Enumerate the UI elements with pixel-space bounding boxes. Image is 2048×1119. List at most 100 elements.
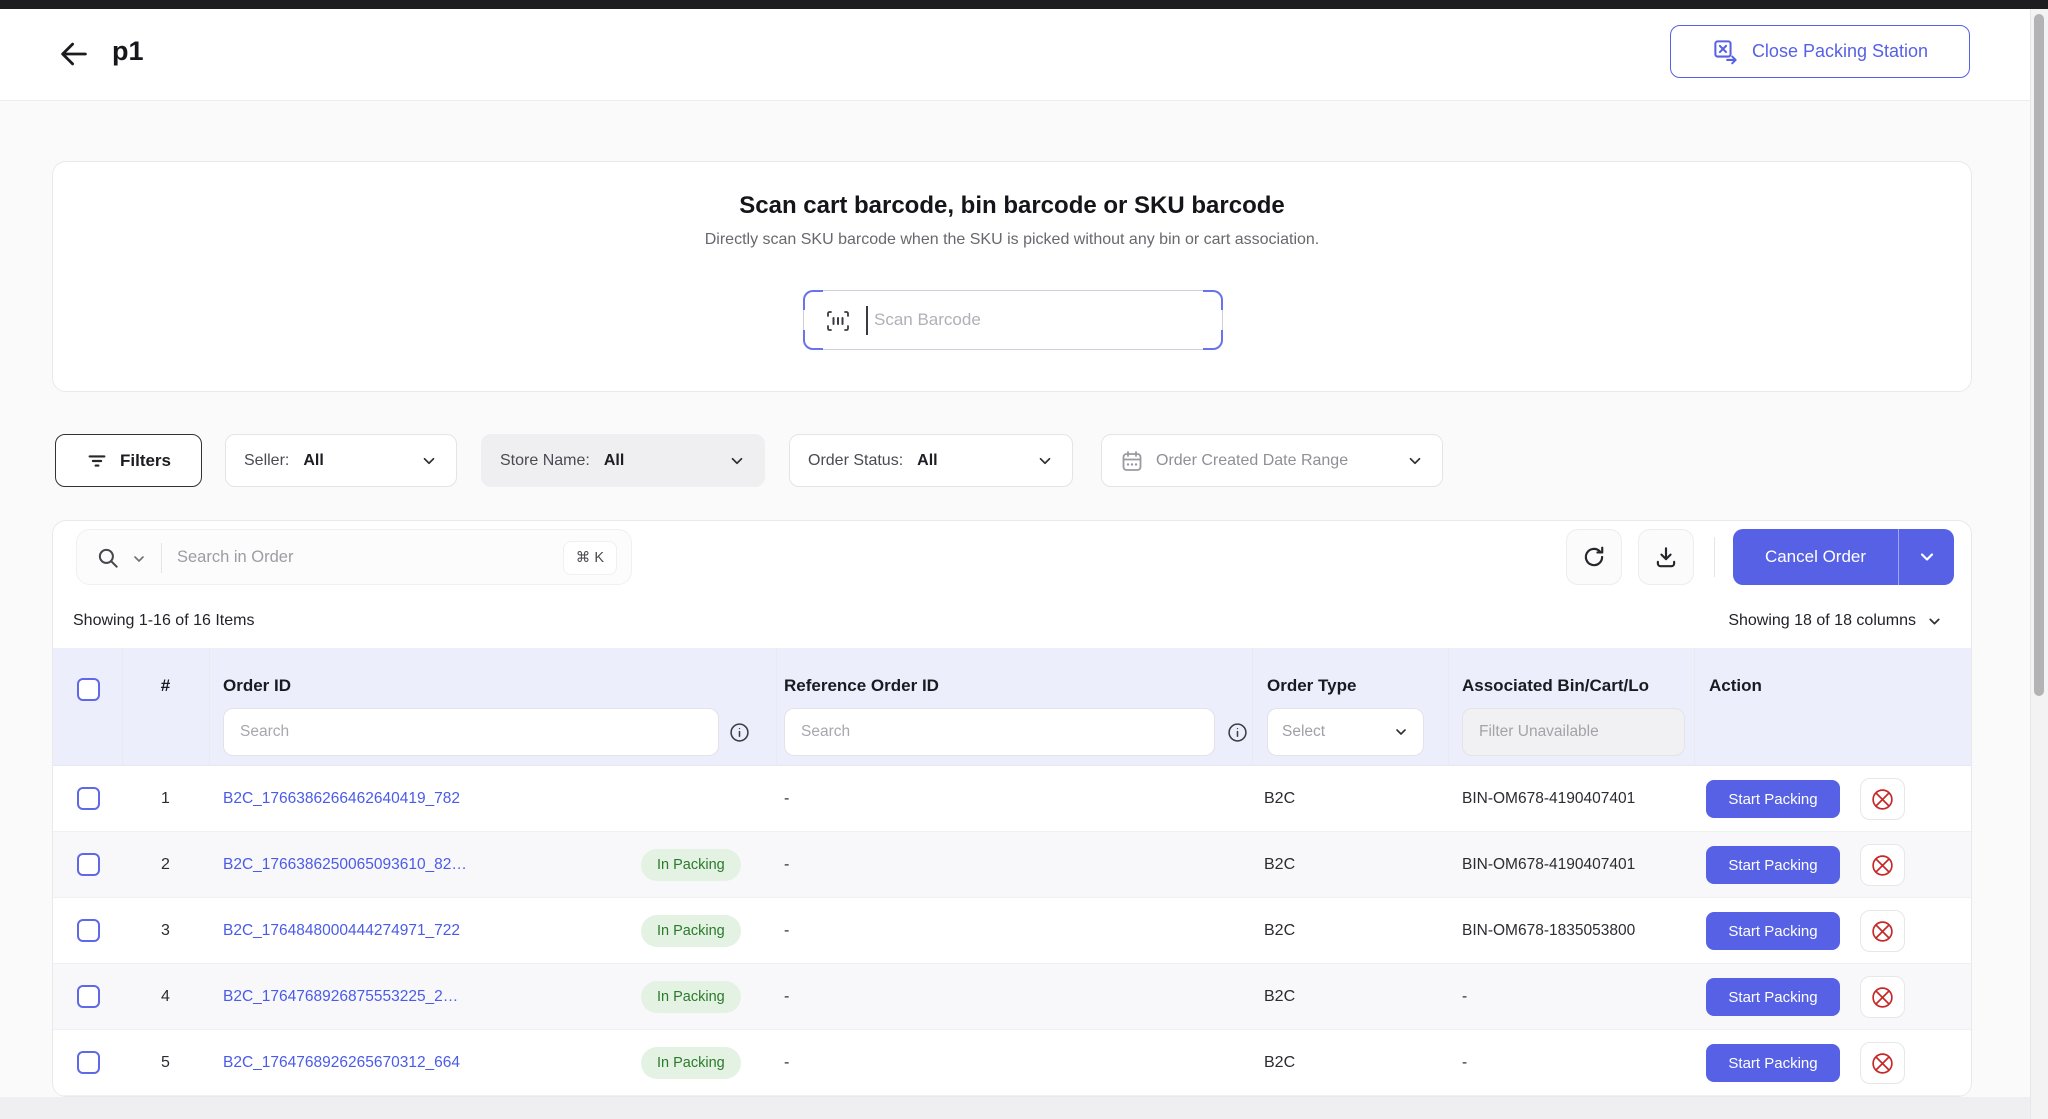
- columns-visibility-dropdown[interactable]: Showing 18 of 18 columns: [1728, 612, 1943, 630]
- download-button[interactable]: [1638, 529, 1694, 585]
- row-number: 1: [122, 766, 209, 831]
- close-packing-station-button[interactable]: Close Packing Station: [1670, 25, 1970, 78]
- start-packing-button[interactable]: Start Packing: [1706, 780, 1840, 818]
- search-scope-chevron-icon[interactable]: [131, 551, 147, 567]
- column-header-action: Action: [1709, 676, 1762, 696]
- circle-x-icon: [1870, 919, 1895, 944]
- order-id-link[interactable]: B2C_1764768926875553225_2…: [223, 964, 458, 1029]
- order-type-value: B2C: [1264, 1030, 1295, 1095]
- cancel-order-menu-button[interactable]: [1899, 529, 1954, 585]
- order-search-box[interactable]: ⌘ K: [76, 529, 632, 585]
- table-row: 4 B2C_1764768926875553225_2… In Packing …: [53, 964, 1971, 1030]
- row-checkbox[interactable]: [77, 1051, 100, 1074]
- select-all-checkbox[interactable]: [77, 678, 100, 701]
- order-type-value: B2C: [1264, 832, 1295, 897]
- download-icon: [1653, 544, 1679, 570]
- scan-subtitle: Directly scan SKU barcode when the SKU i…: [53, 231, 1971, 249]
- column-header-order-id: Order ID: [223, 676, 291, 696]
- order-status-label: Order Status:: [808, 452, 903, 470]
- items-count-text: Showing 1-16 of 16 Items: [73, 612, 254, 630]
- packing-station-page: p1 Close Packing Station Scan cart barco…: [0, 0, 2048, 1119]
- start-packing-button[interactable]: Start Packing: [1706, 846, 1840, 884]
- seller-filter-dropdown[interactable]: Seller: All: [225, 434, 457, 487]
- order-status-filter-dropdown[interactable]: Order Status: All: [789, 434, 1073, 487]
- circle-x-icon: [1870, 1051, 1895, 1076]
- row-number: 3: [122, 898, 209, 963]
- arrow-left-icon: [57, 37, 91, 71]
- text-caret: [866, 306, 868, 335]
- cancel-order-button[interactable]: Cancel Order: [1733, 529, 1898, 585]
- order-search-input[interactable]: [177, 530, 527, 584]
- seller-label: Seller:: [244, 452, 289, 470]
- calendar-icon: [1120, 449, 1144, 473]
- order-type-value: B2C: [1264, 964, 1295, 1029]
- close-packing-station-label: Close Packing Station: [1752, 41, 1928, 62]
- bin-value: -: [1462, 1030, 1467, 1095]
- start-packing-button[interactable]: Start Packing: [1706, 912, 1840, 950]
- status-badge: In Packing: [641, 849, 741, 881]
- cancel-row-button[interactable]: [1860, 844, 1905, 886]
- cancel-row-button[interactable]: [1860, 976, 1905, 1018]
- refresh-button[interactable]: [1566, 529, 1622, 585]
- row-number: 2: [122, 832, 209, 897]
- order-id-filter[interactable]: [223, 708, 719, 756]
- cancel-row-button[interactable]: [1860, 910, 1905, 952]
- date-range-filter-dropdown[interactable]: Order Created Date Range: [1101, 434, 1443, 487]
- info-icon[interactable]: [1227, 722, 1248, 743]
- focus-corner: [803, 290, 823, 310]
- back-button[interactable]: [54, 35, 94, 75]
- status-badge: In Packing: [641, 981, 741, 1013]
- row-checkbox[interactable]: [77, 787, 100, 810]
- row-checkbox[interactable]: [77, 985, 100, 1008]
- status-badge: In Packing: [641, 1047, 741, 1079]
- table-header: # Order ID Reference Order ID Order Type…: [53, 648, 1971, 766]
- reference-value: -: [784, 898, 789, 963]
- page-scrollbar-thumb[interactable]: [2034, 14, 2044, 696]
- row-checkbox[interactable]: [77, 919, 100, 942]
- scan-barcode-inputbox[interactable]: [803, 290, 1223, 350]
- start-packing-button[interactable]: Start Packing: [1706, 978, 1840, 1016]
- order-status-value: All: [917, 452, 937, 470]
- divider: [1714, 537, 1715, 577]
- table-row: 5 B2C_1764768926265670312_664 In Packing…: [53, 1030, 1971, 1096]
- order-id-filter-input[interactable]: [224, 709, 718, 755]
- reference-value: -: [784, 1030, 789, 1095]
- info-icon[interactable]: [729, 722, 750, 743]
- start-packing-button[interactable]: Start Packing: [1706, 1044, 1840, 1082]
- order-id-link[interactable]: B2C_1766386266462640419_782: [223, 766, 460, 831]
- order-id-link[interactable]: B2C_1766386250065093610_82…: [223, 832, 467, 897]
- chevron-down-icon: [1393, 724, 1409, 740]
- circle-x-icon: [1870, 787, 1895, 812]
- order-type-filter-select[interactable]: Select: [1267, 708, 1424, 756]
- filter-icon: [86, 450, 108, 472]
- cancel-row-button[interactable]: [1860, 1042, 1905, 1084]
- scan-title: Scan cart barcode, bin barcode or SKU ba…: [53, 192, 1971, 220]
- page-scrollbar[interactable]: [2030, 9, 2048, 1119]
- date-range-label: Order Created Date Range: [1156, 452, 1348, 470]
- page-title: p1: [112, 36, 144, 67]
- order-id-link[interactable]: B2C_1764768926265670312_664: [223, 1030, 460, 1095]
- store-name-label: Store Name:: [500, 452, 590, 470]
- reference-filter[interactable]: [784, 708, 1215, 756]
- order-id-link[interactable]: B2C_1764848000444274971_722: [223, 898, 460, 963]
- focus-corner: [803, 330, 823, 350]
- circle-x-icon: [1870, 985, 1895, 1010]
- bin-filter-disabled: Filter Unavailable: [1462, 708, 1685, 756]
- filters-button[interactable]: Filters: [55, 434, 202, 487]
- order-type-filter-placeholder: Select: [1282, 723, 1325, 741]
- close-station-icon: [1712, 38, 1739, 65]
- status-badge: In Packing: [641, 915, 741, 947]
- reference-value: -: [784, 964, 789, 1029]
- row-checkbox[interactable]: [77, 853, 100, 876]
- divider: [161, 543, 162, 573]
- reference-value: -: [784, 832, 789, 897]
- bin-value: BIN-OM678-4190407401: [1462, 766, 1635, 831]
- app-header: p1 Close Packing Station: [0, 9, 2048, 101]
- column-header-order-type: Order Type: [1267, 676, 1356, 696]
- reference-filter-input[interactable]: [785, 709, 1214, 755]
- cancel-row-button[interactable]: [1860, 778, 1905, 820]
- scan-barcode-field[interactable]: [874, 291, 1209, 349]
- search-icon: [95, 545, 121, 571]
- store-name-filter-dropdown[interactable]: Store Name: All: [481, 434, 765, 487]
- bottom-strip: [0, 1097, 2048, 1119]
